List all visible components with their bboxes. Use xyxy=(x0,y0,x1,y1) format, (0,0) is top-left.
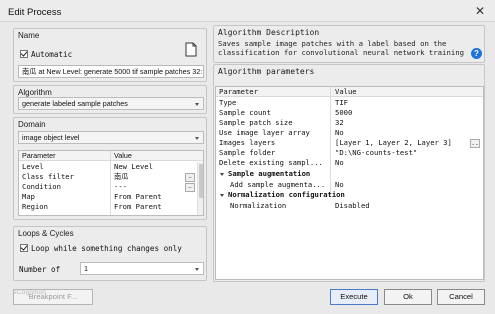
section-normalization[interactable]: Normalization configuration xyxy=(216,190,483,200)
domain-row[interactable]: Map From Parent xyxy=(19,192,203,202)
domain-grid-header: Parameter Value xyxy=(19,151,203,161)
title-bar: Edit Process ✕ xyxy=(0,0,495,22)
param-row[interactable]: Sample folder "D:\NG-counts-test" xyxy=(216,148,483,158)
algorithm-select-value: generate labeled sample patches xyxy=(22,99,128,108)
section-title: Normalization configuration xyxy=(228,190,345,199)
domain-row[interactable]: Condition --- xyxy=(19,182,203,192)
domain-row-param: Region xyxy=(22,202,48,211)
param-name: Delete existing sampl... xyxy=(219,158,323,167)
params-group: Algorithm parameters Parameter Value Typ… xyxy=(213,64,485,282)
domain-select[interactable]: image object level xyxy=(18,131,204,144)
automatic-checkbox[interactable] xyxy=(20,50,28,58)
params-group-title: Algorithm parameters xyxy=(218,67,315,76)
param-name: Sample count xyxy=(219,108,271,117)
param-name: Images layers xyxy=(219,138,276,147)
chevron-down-icon xyxy=(195,268,199,271)
dialog-body: Name Automatic 南瓜 at New Level: generate… xyxy=(0,22,495,314)
domain-row-value: New Level xyxy=(114,162,153,171)
domain-grid-scrollbar[interactable] xyxy=(197,162,203,215)
param-row[interactable]: Delete existing sampl... No xyxy=(216,158,483,168)
param-name: Use image layer array xyxy=(219,128,310,137)
loops-group-title: Loops & Cycles xyxy=(18,229,74,238)
algorithm-description-text: Saves sample image patches with a label … xyxy=(218,39,465,57)
name-group-title: Name xyxy=(18,31,40,40)
section-sample-augmentation[interactable]: Sample augmentation xyxy=(216,169,483,179)
domain-row-value: 南瓜 xyxy=(114,172,129,181)
param-row[interactable]: Type TIF xyxy=(216,98,483,108)
param-name: Type xyxy=(219,98,237,107)
param-row[interactable]: Sample count 5000 xyxy=(216,108,483,118)
domain-row-param: Class filter xyxy=(22,172,74,181)
watermark-logo: eCognition xyxy=(13,289,47,296)
param-name: Sample patch size xyxy=(219,118,293,127)
domain-row-param: Map xyxy=(22,192,35,201)
help-icon[interactable]: ? xyxy=(471,48,482,59)
params-col-value: Value xyxy=(335,87,357,96)
chevron-down-icon xyxy=(195,103,199,106)
domain-row-param: Condition xyxy=(22,182,61,191)
domain-group-title: Domain xyxy=(18,120,46,129)
execute-button[interactable]: Execute xyxy=(330,289,378,305)
param-row[interactable]: Images layers [Layer 1, Layer 2, Layer 3… xyxy=(216,138,483,148)
process-name-field[interactable]: 南瓜 at New Level: generate 5000 tif sampl… xyxy=(18,65,204,78)
number-of-label: Number of xyxy=(19,265,61,274)
domain-row-value: From Parent xyxy=(114,192,162,201)
param-row[interactable]: Add sample augmenta... No xyxy=(216,180,483,190)
document-icon[interactable] xyxy=(185,42,197,57)
param-value: TIF xyxy=(335,98,348,107)
description-group: Algorithm Description Saves sample image… xyxy=(213,25,485,63)
param-row[interactable]: Use image layer array No xyxy=(216,128,483,138)
param-name: Normalization xyxy=(230,201,287,210)
param-value: Disabled xyxy=(335,201,370,210)
domain-parameter-grid: Parameter Value Level New Level Class fi… xyxy=(18,150,204,216)
params-grid: Parameter Value Type TIF Sample count 50… xyxy=(215,86,484,280)
scrollbar-thumb[interactable] xyxy=(199,164,203,198)
automatic-label: Automatic xyxy=(31,50,73,59)
number-of-select[interactable]: 1 xyxy=(80,262,204,275)
param-value: [Layer 1, Layer 2, Layer 3] xyxy=(335,138,452,147)
window-title: Edit Process xyxy=(8,7,62,18)
domain-select-value: image object level xyxy=(22,133,80,142)
close-icon[interactable]: ✕ xyxy=(473,5,487,19)
domain-col-value: Value xyxy=(114,151,132,160)
param-value: No xyxy=(335,128,344,137)
domain-row[interactable]: Level New Level xyxy=(19,162,203,172)
algorithm-select[interactable]: generate labeled sample patches xyxy=(18,97,204,110)
param-value: No xyxy=(335,180,344,189)
section-title: Sample augmentation xyxy=(228,169,311,178)
param-value: 5000 xyxy=(335,108,353,117)
cancel-button[interactable]: Cancel xyxy=(437,289,485,305)
param-row[interactable]: Sample patch size 32 xyxy=(216,118,483,128)
domain-group: Domain image object level Parameter Valu… xyxy=(13,117,207,220)
param-value: 32 xyxy=(335,118,344,127)
domain-row[interactable]: Region From Parent xyxy=(19,202,203,212)
param-row[interactable]: Normalization Disabled xyxy=(216,201,483,211)
image-layers-ellipsis-button[interactable]: .. xyxy=(470,139,480,148)
description-group-title: Algorithm Description xyxy=(218,28,320,37)
param-value: "D:\NG-counts-test" xyxy=(335,148,418,157)
loops-group: Loops & Cycles Loop while something chan… xyxy=(13,226,207,281)
loop-label: Loop while something changes only xyxy=(31,244,182,253)
collapse-triangle-icon[interactable] xyxy=(220,194,224,197)
condition-ellipsis-button[interactable]: .. xyxy=(185,183,195,192)
algorithm-group: Algorithm generate labeled sample patche… xyxy=(13,85,207,114)
domain-col-parameter: Parameter xyxy=(22,151,56,160)
class-filter-ellipsis-button[interactable]: .. xyxy=(185,173,195,182)
params-col-parameter: Parameter xyxy=(219,87,258,96)
param-name: Sample folder xyxy=(219,148,276,157)
domain-row-param: Level xyxy=(22,162,44,171)
domain-row-value: --- xyxy=(114,182,127,191)
ok-button[interactable]: Ok xyxy=(384,289,432,305)
loop-checkbox[interactable] xyxy=(20,244,28,252)
number-of-value: 1 xyxy=(84,264,88,273)
algorithm-group-title: Algorithm xyxy=(18,88,52,97)
params-grid-header: Parameter Value xyxy=(216,87,483,97)
collapse-triangle-icon[interactable] xyxy=(220,173,224,176)
name-group: Name Automatic 南瓜 at New Level: generate… xyxy=(13,28,207,82)
chevron-down-icon xyxy=(195,137,199,140)
domain-row[interactable]: Class filter 南瓜 xyxy=(19,172,203,182)
param-name: Add sample augmenta... xyxy=(230,180,326,189)
domain-row-value: From Parent xyxy=(114,202,162,211)
param-value: No xyxy=(335,158,344,167)
